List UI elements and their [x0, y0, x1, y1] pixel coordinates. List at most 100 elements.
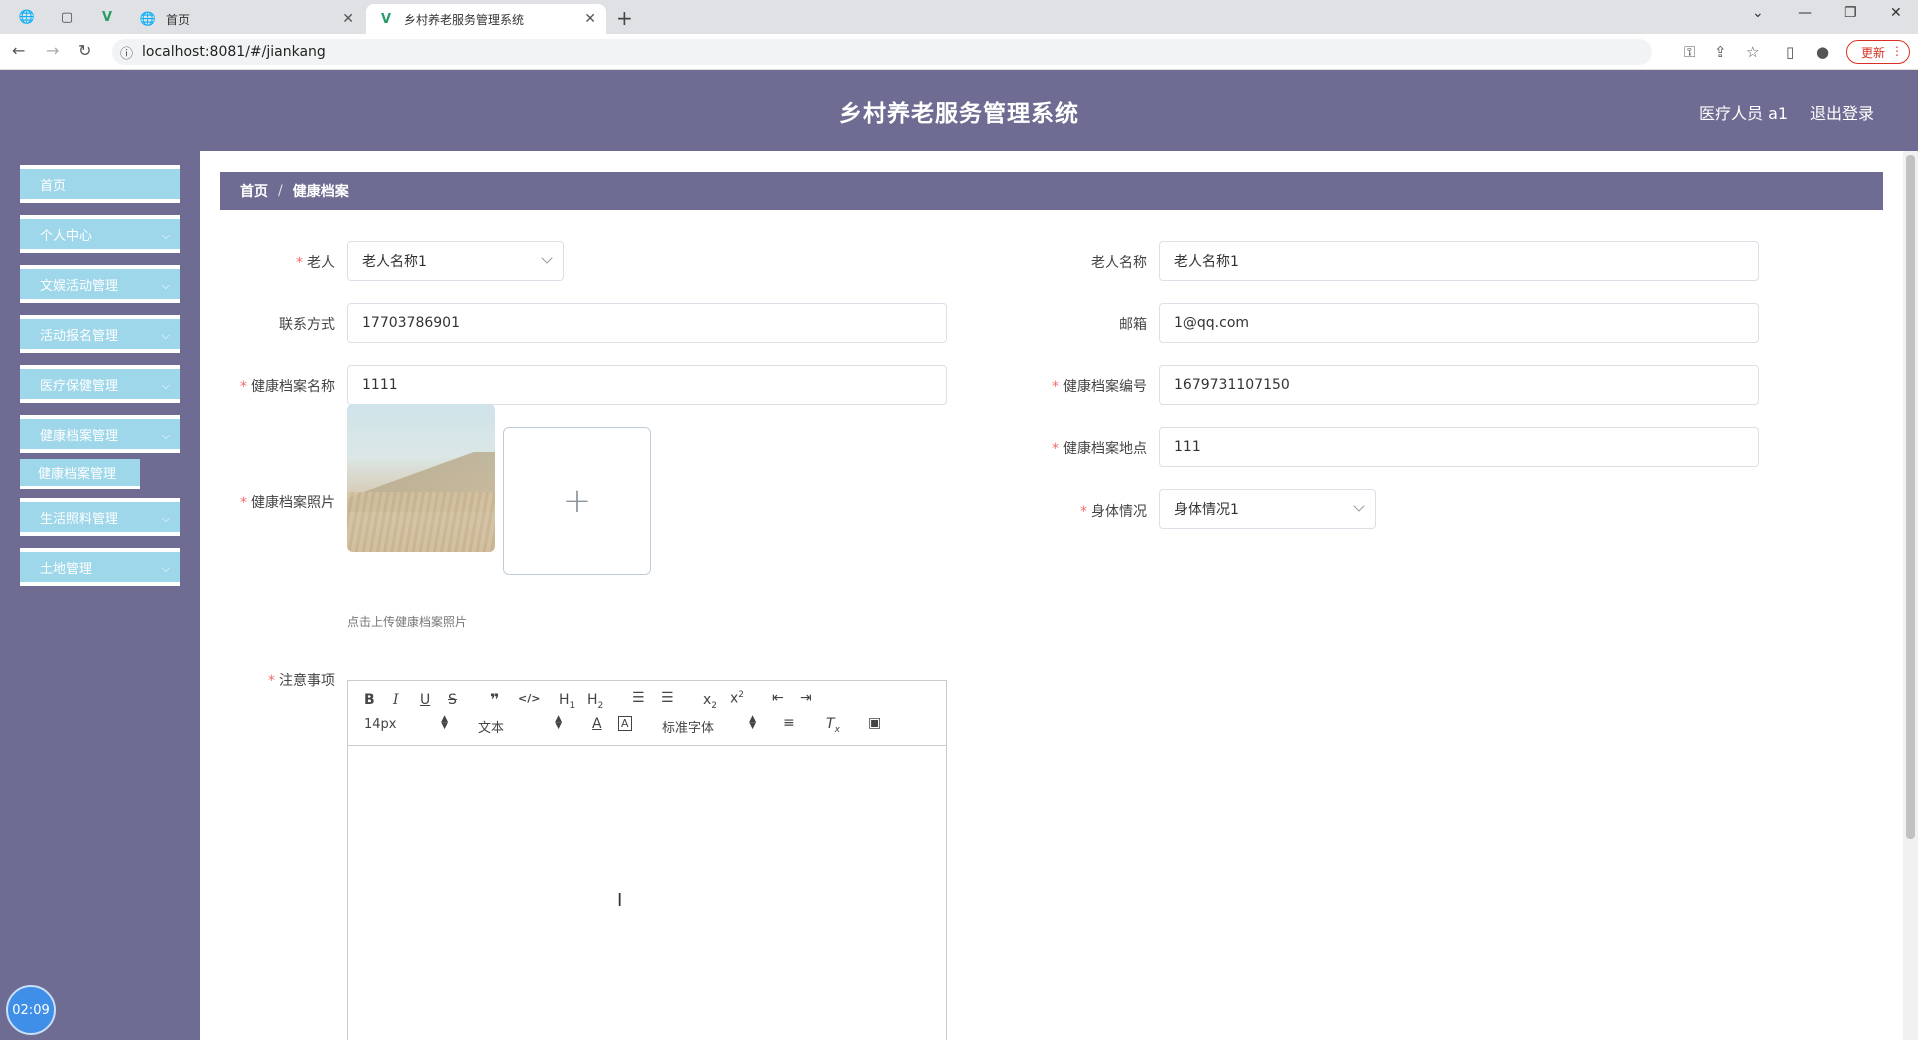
logout-button[interactable]: 退出登录 — [1810, 100, 1874, 124]
laorenmingcheng-input[interactable]: 老人名称1 — [1159, 241, 1759, 281]
profile-icon[interactable]: ● — [1816, 43, 1829, 61]
shenti-label: * 身体情况 — [987, 501, 1147, 521]
youxiang-label: 邮箱 — [1119, 317, 1147, 333]
superscript-icon[interactable]: x2 — [730, 690, 744, 707]
sidebar-item-land[interactable]: 土地管理 ⌵ — [20, 548, 180, 586]
code-icon[interactable]: </> — [518, 692, 540, 705]
info-icon[interactable]: ⓘ — [120, 43, 133, 62]
dangan-no-input[interactable]: 1679731107150 — [1159, 365, 1759, 405]
blank-tab-icon[interactable]: ▢ — [56, 6, 78, 28]
health-record-photo[interactable] — [347, 404, 495, 552]
youxiang-input[interactable]: 1@qq.com — [1159, 303, 1759, 343]
clock-badge[interactable]: 02:09 — [6, 985, 56, 1035]
forward-icon[interactable]: → — [46, 41, 59, 60]
close-window-icon[interactable]: ✕ — [1890, 5, 1902, 21]
align-icon[interactable]: ≡ — [783, 715, 795, 731]
update-button[interactable]: 更新 ⋮ — [1846, 40, 1910, 64]
subscript-icon[interactable]: x2 — [703, 692, 717, 711]
dangan-name-input[interactable]: 1111 — [347, 365, 947, 405]
required-mark: * — [268, 673, 275, 689]
ordered-list-icon[interactable]: ☰ — [632, 690, 645, 706]
label-text: 健康档案名称 — [251, 379, 335, 395]
updown-icon: ▲ ▼ — [441, 714, 448, 731]
scrollbar-thumb[interactable] — [1906, 155, 1915, 839]
clear-format-icon[interactable]: Tx — [826, 716, 840, 735]
font-family-select[interactable]: 标准字体 ▲ ▼ — [662, 715, 756, 737]
breadcrumb: 首页 / 健康档案 — [220, 172, 1883, 210]
sidebar-item-home[interactable]: 首页 — [20, 165, 180, 203]
browser-tab-active[interactable]: V 乡村养老服务管理系统 ✕ — [366, 4, 606, 34]
underline-icon[interactable]: U — [420, 692, 430, 708]
breadcrumb-current: 健康档案 — [292, 184, 349, 200]
label-text: 健康档案照片 — [251, 495, 335, 511]
browser-tab-home[interactable]: 🌐 首页 ✕ — [128, 4, 364, 34]
app-header: 乡村养老服务管理系统 医疗人员 a1 退出登录 — [0, 70, 1918, 151]
header-select-value: 文本 — [478, 721, 505, 736]
url-field[interactable]: ⓘ localhost:8081/#/jiankang — [112, 39, 1652, 65]
background-color-icon[interactable]: A — [618, 716, 632, 731]
select-value: 老人名称1 — [362, 254, 427, 270]
h1-icon[interactable]: H1 — [559, 692, 575, 711]
font-size-value: 14px — [364, 717, 397, 732]
globe-icon[interactable]: 🌐 — [16, 6, 38, 28]
strike-icon[interactable]: S — [448, 692, 457, 708]
sidebar-item-signup[interactable]: 活动报名管理 ⌵ — [20, 315, 180, 353]
image-icon[interactable]: ▣ — [868, 715, 881, 731]
sidebar-item-health-records[interactable]: 健康档案管理 ⌵ — [20, 415, 180, 453]
indent-icon[interactable]: ⇥ — [800, 690, 812, 706]
dangan-no-label: * 健康档案编号 — [987, 376, 1147, 396]
chevron-down-icon: ⌵ — [161, 229, 170, 242]
sidebar-item-care[interactable]: 生活照料管理 ⌵ — [20, 498, 180, 536]
app-title: 乡村养老服务管理系统 — [839, 101, 1079, 127]
shenti-select[interactable]: 身体情况1 — [1159, 489, 1376, 529]
sidebar-item-activity[interactable]: 文娱活动管理 ⌵ — [20, 265, 180, 303]
required-mark: * — [1080, 504, 1087, 520]
chevron-down-icon: ⌵ — [161, 512, 170, 525]
sidebar-item-label: 活动报名管理 — [40, 328, 119, 344]
minimize-icon[interactable]: — — [1798, 5, 1812, 21]
bold-icon[interactable]: B — [364, 692, 375, 708]
zhuyi-label: * 注意事项 — [175, 670, 335, 690]
upload-button[interactable]: + — [503, 427, 651, 575]
chevron-down-icon[interactable]: ⌄ — [1752, 5, 1764, 21]
sidebar-subitem-health-records[interactable]: 健康档案管理 — [20, 459, 140, 489]
italic-icon[interactable]: I — [393, 692, 399, 708]
required-mark: * — [296, 255, 303, 271]
laoren-select[interactable]: 老人名称1 — [347, 241, 564, 281]
sidebar-item-label: 个人中心 — [40, 228, 93, 244]
chevron-down-icon: ⌵ — [161, 329, 170, 342]
share-icon[interactable]: ⇪ — [1714, 43, 1727, 61]
dangan-place-input[interactable]: 111 — [1159, 427, 1759, 467]
label-text: 健康档案编号 — [1063, 379, 1147, 395]
outdent-icon[interactable]: ⇤ — [772, 690, 784, 706]
blockquote-icon[interactable]: ❞ — [490, 690, 499, 709]
restore-icon[interactable]: ❐ — [1844, 5, 1857, 21]
updown-icon: ▲ ▼ — [555, 714, 562, 731]
lianxifangshi-label: 联系方式 — [279, 317, 335, 333]
close-icon[interactable]: ✕ — [342, 11, 354, 27]
breadcrumb-home[interactable]: 首页 — [240, 181, 268, 201]
chevron-down-icon: ⌵ — [161, 429, 170, 442]
scrollbar[interactable] — [1903, 151, 1918, 1040]
sidebar-item-medical[interactable]: 医疗保健管理 ⌵ — [20, 365, 180, 403]
key-icon[interactable]: ⚿ — [1684, 43, 1695, 61]
new-tab-button[interactable]: + — [616, 6, 633, 30]
sidepanel-icon[interactable]: ▯ — [1786, 43, 1794, 61]
editor-body[interactable] — [348, 747, 946, 1040]
editor-toolbar: B I U S ❞ </> H1 H2 ☰ ☰ x2 x2 ⇤ ⇥ 14px ▲ ▼… — [348, 681, 946, 746]
font-size-select[interactable]: 14px ▲ ▼ — [364, 714, 448, 733]
vue-icon[interactable]: V — [96, 6, 118, 28]
font-color-icon[interactable]: A — [592, 716, 602, 732]
lianxifangshi-input[interactable]: 17703786901 — [347, 303, 947, 343]
close-icon[interactable]: ✕ — [584, 11, 596, 27]
user-info: 医疗人员 a1 — [1699, 104, 1789, 123]
sidebar-item-personal[interactable]: 个人中心 ⌵ — [20, 215, 180, 253]
h2-icon[interactable]: H2 — [587, 692, 603, 711]
star-icon[interactable]: ☆ — [1746, 43, 1759, 61]
back-icon[interactable]: ← — [12, 41, 25, 60]
upload-tip: 点击上传健康档案照片 — [347, 615, 468, 629]
reload-icon[interactable]: ↻ — [78, 41, 91, 60]
header-select[interactable]: 文本 ▲ ▼ — [478, 714, 562, 737]
tab-title: 首页 — [166, 12, 191, 27]
bullet-list-icon[interactable]: ☰ — [661, 690, 674, 706]
